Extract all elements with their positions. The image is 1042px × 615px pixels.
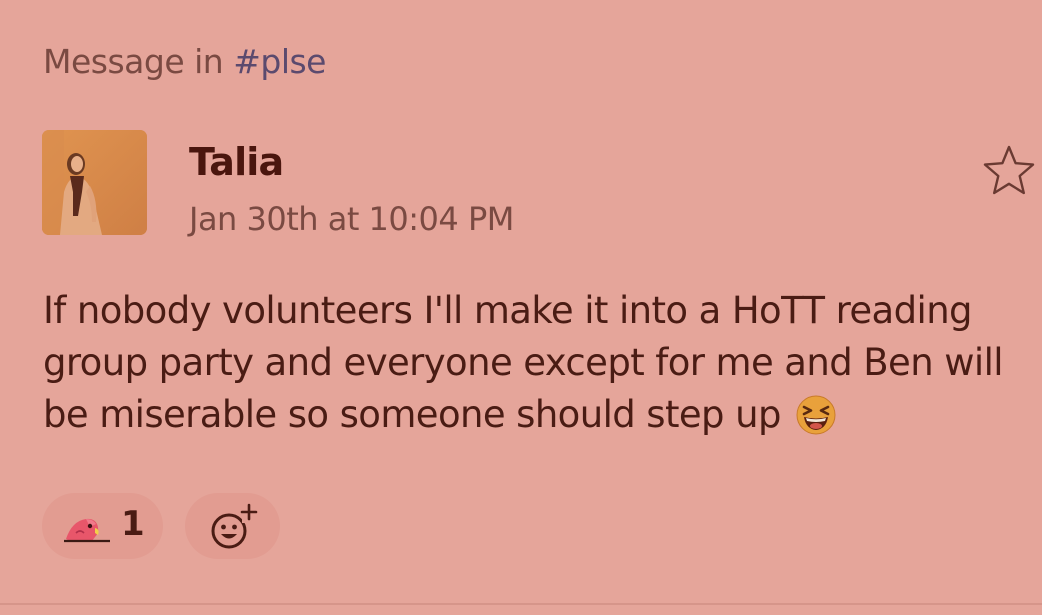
message-line-3-text: be miserable so someone should step up bbox=[43, 393, 781, 436]
reaction-count: 1 bbox=[121, 504, 145, 544]
message-line-3: be miserable so someone should step up bbox=[43, 389, 1038, 450]
author-name[interactable]: Talia bbox=[189, 140, 284, 184]
reaction-parrot[interactable]: 1 bbox=[42, 493, 163, 559]
message-line-1: If nobody volunteers I'll make it into a… bbox=[43, 289, 973, 332]
message-context: Message in #plse bbox=[43, 42, 326, 81]
add-reaction-button[interactable] bbox=[185, 493, 280, 559]
star-button[interactable] bbox=[980, 143, 1038, 201]
avatar[interactable] bbox=[42, 130, 147, 235]
laughing-squint-emoji-icon bbox=[795, 394, 837, 450]
context-prefix: Message in bbox=[43, 42, 224, 81]
channel-link[interactable]: #plse bbox=[233, 42, 326, 81]
divider bbox=[0, 603, 1042, 605]
avatar-image bbox=[42, 130, 147, 235]
message-timestamp[interactable]: Jan 30th at 10:04 PM bbox=[189, 200, 514, 238]
star-icon bbox=[983, 145, 1035, 195]
message-body: If nobody volunteers I'll make it into a… bbox=[43, 285, 1038, 450]
parrot-icon bbox=[62, 509, 112, 549]
add-reaction-icon bbox=[211, 503, 258, 549]
message-line-2: group party and everyone except for me a… bbox=[43, 341, 1004, 384]
